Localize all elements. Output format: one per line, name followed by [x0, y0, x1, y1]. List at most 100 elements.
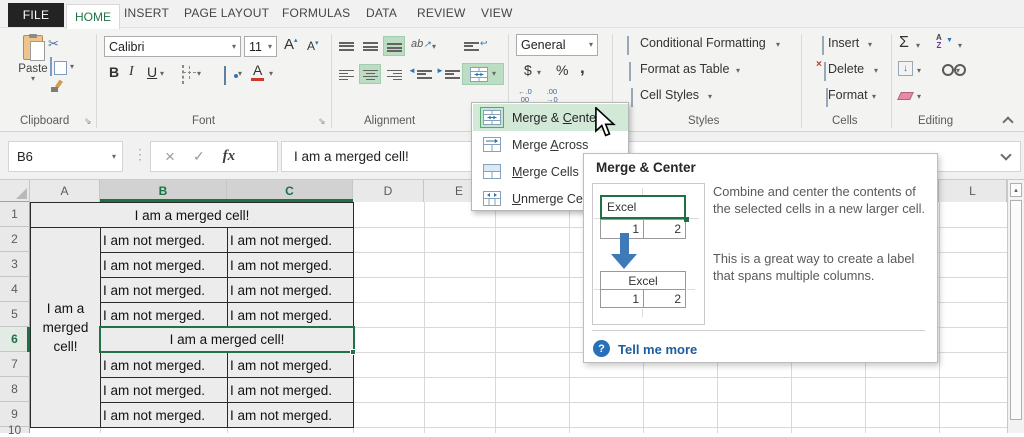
number-format-select[interactable]: General ▾ [516, 34, 598, 56]
fill-caret-icon[interactable]: ▾ [917, 67, 921, 75]
tab-home-active[interactable]: HOME [66, 4, 120, 29]
tab-file[interactable]: FILE [8, 3, 64, 27]
cell-B5[interactable]: I am not merged. [100, 302, 228, 328]
align-right-button[interactable] [387, 68, 402, 80]
clear-caret-icon[interactable]: ▾ [917, 93, 921, 101]
wrap-text-button[interactable] [464, 40, 479, 52]
currency-caret-icon[interactable]: ▾ [537, 69, 541, 77]
comma-button[interactable]: , [580, 58, 585, 78]
insert-function-button[interactable]: fx [223, 148, 236, 165]
align-left-button[interactable] [339, 68, 354, 80]
format-button[interactable]: Format [828, 88, 868, 102]
cell-C8[interactable]: I am not merged. [227, 377, 354, 403]
underline-button[interactable]: U [147, 64, 157, 80]
increase-indent-button[interactable]: ► [436, 66, 444, 75]
sort-filter-button[interactable]: AZ [936, 34, 942, 50]
format-as-table-button[interactable]: Format as Table [640, 62, 729, 76]
cell-C4[interactable]: I am not merged. [227, 277, 354, 303]
autosum-button[interactable]: Σ [899, 34, 909, 52]
delete-button[interactable]: Delete [828, 62, 864, 76]
row-header-10[interactable]: 10 [0, 427, 30, 433]
cell-B7[interactable]: I am not merged. [100, 352, 228, 378]
fill-button[interactable]: ↓ [898, 61, 913, 76]
fill-handle[interactable] [350, 349, 356, 355]
row-header-5[interactable]: 5 [0, 302, 30, 327]
cell-C3[interactable]: I am not merged. [227, 252, 354, 278]
row-header-1[interactable]: 1 [0, 202, 30, 227]
tab-data[interactable]: DATA [366, 6, 397, 20]
col-header-D[interactable]: D [353, 180, 424, 202]
copy-caret-icon[interactable]: ▾ [70, 63, 74, 71]
font-family-select[interactable]: Calibri ▾ [104, 36, 241, 57]
selected-merged-cell-B6-C6[interactable]: I am a merged cell! [99, 326, 355, 353]
tab-view[interactable]: VIEW [481, 6, 512, 20]
tab-review[interactable]: REVIEW [417, 6, 466, 20]
cell-B3[interactable]: I am not merged. [100, 252, 228, 278]
currency-button[interactable]: $ [524, 62, 532, 78]
formula-bar-drag-dots-icon[interactable]: ⋮ [133, 146, 147, 163]
merged-cell-A2-A9[interactable]: I am a merged cell! [30, 227, 101, 428]
row-header-8[interactable]: 8 [0, 377, 30, 402]
tab-formulas[interactable]: FORMULAS [282, 6, 350, 20]
format-caret-icon[interactable]: ▾ [872, 93, 876, 101]
percent-button[interactable]: % [556, 62, 568, 78]
fill-color-button[interactable] [224, 66, 226, 85]
enter-button[interactable]: ✓ [193, 148, 205, 165]
name-box[interactable]: B6 ▾ [8, 141, 123, 172]
cell-B9[interactable]: I am not merged. [100, 402, 228, 428]
merge-center-button-selected[interactable]: ▾ [462, 63, 504, 85]
middle-align-button[interactable] [363, 40, 378, 52]
find-select-caret-icon[interactable]: ▾ [956, 67, 960, 75]
grow-font-button[interactable]: A▴ [284, 36, 298, 53]
cell-C2[interactable]: I am not merged. [227, 227, 354, 253]
tab-page-layout[interactable]: PAGE LAYOUT [184, 6, 269, 20]
row-header-6-selected[interactable]: 6 [0, 327, 30, 352]
borders-button[interactable] [182, 65, 184, 84]
row-header-7[interactable]: 7 [0, 352, 30, 377]
font-dialog-launcher[interactable]: ⇘ [318, 117, 326, 126]
scroll-up-button[interactable]: ▴ [1010, 183, 1022, 197]
sort-caret-icon[interactable]: ▾ [958, 42, 962, 50]
autosum-caret-icon[interactable]: ▾ [916, 42, 920, 50]
underline-caret-icon[interactable]: ▾ [160, 70, 164, 78]
font-size-select[interactable]: 11 ▾ [244, 36, 277, 57]
font-color-button[interactable]: A [253, 62, 262, 78]
orientation-button[interactable]: ab↗ [411, 38, 431, 50]
tell-me-more-link[interactable]: Tell me more [618, 342, 697, 357]
orientation-caret-icon[interactable]: ▾ [432, 43, 436, 51]
col-header-L[interactable]: L [939, 180, 1007, 202]
merged-cell-A1-C1[interactable]: I am a merged cell! [30, 202, 354, 228]
shrink-font-button[interactable]: A▾ [307, 39, 319, 53]
cell-styles-caret-icon[interactable]: ▾ [708, 93, 712, 101]
cell-C5[interactable]: I am not merged. [227, 302, 354, 328]
clipboard-dialog-launcher[interactable]: ⇘ [84, 117, 92, 126]
cell-C9[interactable]: I am not merged. [227, 402, 354, 428]
tab-insert[interactable]: INSERT [124, 6, 169, 20]
cell-B2[interactable]: I am not merged. [100, 227, 228, 253]
cell-B8[interactable]: I am not merged. [100, 377, 228, 403]
conditional-formatting-caret-icon[interactable]: ▾ [776, 41, 780, 49]
row-header-2[interactable]: 2 [0, 227, 30, 252]
fill-color-caret-icon[interactable]: ▾ [238, 70, 242, 78]
decrease-indent-button[interactable]: ◄ [408, 66, 416, 75]
scrollbar-thumb[interactable] [1010, 200, 1022, 420]
italic-button[interactable]: I [129, 64, 134, 80]
cell-styles-button[interactable]: Cell Styles [640, 88, 699, 102]
copy-button[interactable] [50, 57, 52, 76]
insert-button[interactable]: Insert [828, 36, 859, 50]
insert-caret-icon[interactable]: ▾ [868, 41, 872, 49]
select-all-corner[interactable] [0, 180, 30, 202]
borders-caret-icon[interactable]: ▾ [197, 70, 201, 78]
col-header-A[interactable]: A [30, 180, 100, 202]
row-header-3[interactable]: 3 [0, 252, 30, 277]
format-as-table-caret-icon[interactable]: ▾ [736, 67, 740, 75]
cell-C7[interactable]: I am not merged. [227, 352, 354, 378]
conditional-formatting-button[interactable]: Conditional Formatting [640, 36, 766, 50]
cell-B4[interactable]: I am not merged. [100, 277, 228, 303]
bold-button[interactable]: B [109, 64, 119, 80]
font-color-caret-icon[interactable]: ▾ [269, 70, 273, 78]
row-header-4[interactable]: 4 [0, 277, 30, 302]
delete-caret-icon[interactable]: ▾ [874, 67, 878, 75]
expand-formula-bar-chevron-icon[interactable] [1000, 149, 1011, 160]
cancel-button[interactable]: × [165, 147, 175, 167]
